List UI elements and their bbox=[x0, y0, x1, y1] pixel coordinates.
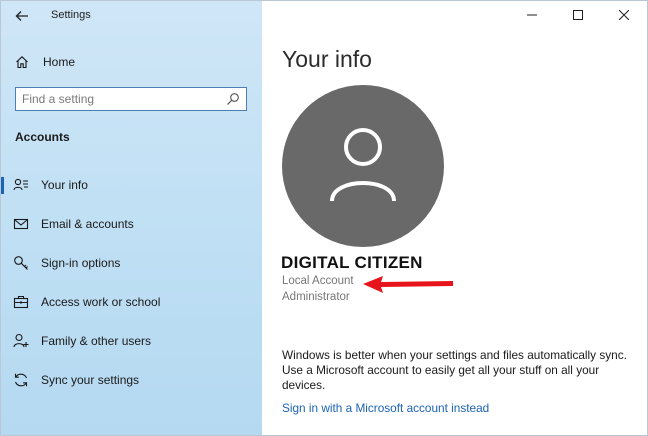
sidebar-item-label: Sign-in options bbox=[41, 256, 121, 270]
page-title: Your info bbox=[282, 46, 372, 72]
key-icon bbox=[14, 256, 28, 270]
briefcase-icon bbox=[13, 295, 29, 309]
sidebar-item-label: Family & other users bbox=[41, 334, 152, 348]
minimize-icon bbox=[527, 14, 537, 16]
window-controls bbox=[509, 1, 647, 29]
app-title: Settings bbox=[51, 9, 91, 21]
close-button[interactable] bbox=[601, 1, 647, 29]
mail-icon bbox=[13, 218, 29, 230]
avatar[interactable] bbox=[282, 85, 444, 247]
settings-window: Settings Home Accounts Your info bbox=[0, 0, 648, 436]
search-box[interactable] bbox=[15, 87, 247, 111]
sidebar: Settings Home Accounts Your info bbox=[1, 1, 262, 435]
titlebar-left: Settings bbox=[1, 1, 262, 31]
person-add-icon bbox=[13, 333, 29, 348]
home-label: Home bbox=[43, 55, 76, 69]
annotation-arrow-icon bbox=[363, 276, 453, 293]
section-title: Accounts bbox=[15, 130, 70, 144]
close-icon bbox=[619, 10, 629, 20]
sidebar-item-access-work-school[interactable]: Access work or school bbox=[1, 285, 262, 319]
back-button[interactable] bbox=[13, 7, 31, 25]
person-list-icon bbox=[13, 178, 28, 191]
sidebar-item-label: Your info bbox=[41, 178, 88, 192]
account-role: Administrator bbox=[282, 291, 350, 303]
home-icon bbox=[16, 56, 28, 69]
sidebar-item-your-info[interactable]: Your info bbox=[1, 168, 262, 202]
maximize-icon bbox=[573, 10, 583, 20]
sidebar-item-sync-settings[interactable]: Sync your settings bbox=[1, 363, 262, 397]
sidebar-item-label: Sync your settings bbox=[41, 373, 140, 387]
sidebar-item-label: Access work or school bbox=[41, 295, 161, 309]
home-nav-item[interactable]: Home bbox=[15, 53, 75, 71]
search-input[interactable] bbox=[22, 90, 222, 108]
back-arrow-icon bbox=[15, 11, 28, 21]
sidebar-item-family-other-users[interactable]: Family & other users bbox=[1, 324, 262, 358]
sidebar-item-sign-in-options[interactable]: Sign-in options bbox=[1, 246, 262, 280]
search-icon[interactable] bbox=[226, 92, 240, 106]
selection-indicator bbox=[1, 177, 4, 194]
sidebar-item-email-accounts[interactable]: Email & accounts bbox=[1, 207, 262, 241]
sign-in-microsoft-link[interactable]: Sign in with a Microsoft account instead bbox=[282, 401, 489, 415]
maximize-button[interactable] bbox=[555, 1, 601, 29]
person-icon bbox=[330, 128, 396, 202]
sidebar-item-label: Email & accounts bbox=[41, 217, 134, 231]
minimize-button[interactable] bbox=[509, 1, 555, 29]
user-name: DIGITAL CITIZEN bbox=[281, 253, 423, 272]
sync-icon bbox=[14, 373, 28, 387]
account-type: Local Account bbox=[282, 275, 354, 287]
sync-description: Windows is better when your settings and… bbox=[282, 348, 627, 392]
